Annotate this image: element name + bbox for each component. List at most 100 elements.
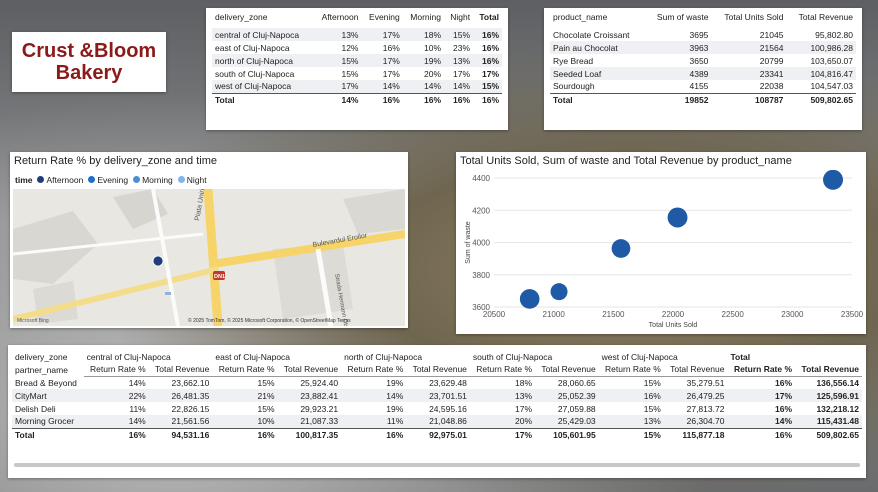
legend-dot-icon: [37, 176, 45, 183]
table-cell: 23%: [453, 42, 471, 53]
table-cell: 19%: [386, 377, 404, 388]
table-cell: 104,816.47: [786, 67, 856, 80]
map-water: [165, 292, 171, 295]
scatter-chart: 3600380040004200440020500 21000 21500 22000…: [465, 170, 864, 329]
table-cell: 18%: [515, 377, 533, 388]
table-row[interactable]: Bread & Beyond 14% 23,662.10 15% 25,924.40 19…: [12, 376, 862, 389]
table-row[interactable]: Seeded Loaf 4389 23341 104,816.47: [550, 67, 856, 80]
row-label: west of Cluj-Napoca: [212, 80, 314, 93]
table-cell: 23341: [711, 67, 787, 80]
row-label: Pain au Chocolat: [550, 41, 646, 54]
zone-time-grid: delivery_zone Afternoon Evening Morning Nigh…: [212, 12, 502, 106]
table-cell: 95,802.80: [815, 29, 853, 40]
table-cell: 10%: [212, 415, 278, 428]
table-row[interactable]: Morning Grocer 14% 21,561.56 10% 21,087.33 11…: [12, 415, 862, 428]
scatter-point[interactable]: [667, 207, 688, 228]
table-cell: 29,923.21: [300, 403, 339, 414]
measure-header: Total Revenue: [148, 363, 213, 377]
table-cell: 28,060.65: [557, 377, 596, 388]
measure-header: Total Revenue: [663, 363, 728, 377]
x-tick-label: 23500: [841, 310, 864, 319]
map-credit: © 2025 TomTom, © 2025 Microsoft Corporat…: [188, 317, 351, 324]
table-row[interactable]: CityMart 22% 26,481.35 21% 23,882.41 14% 23,70…: [12, 389, 862, 402]
scatter-point[interactable]: [550, 283, 568, 301]
table-row[interactable]: Sourdough 4155 22038 104,547.03: [550, 80, 856, 93]
legend-item[interactable]: Night: [177, 175, 207, 185]
table-cell: 27,059.88: [557, 403, 596, 414]
table-cell: 22,826.15: [171, 403, 210, 414]
table-row[interactable]: north of Cluj-Napoca 15% 17% 19% 13% 16%: [212, 54, 502, 67]
table-row[interactable]: Rye Bread 3650 20799 103,650.07: [550, 54, 856, 67]
total-cell: 94,531.16: [148, 427, 213, 441]
table-cell: 16%: [473, 28, 502, 41]
scatter-point[interactable]: [519, 289, 540, 309]
column-header: Morning: [410, 12, 442, 22]
scatter-title: Total Units Sold, Sum of waste and Total…: [460, 155, 792, 167]
x-tick-label: 22500: [722, 310, 745, 319]
legend-item[interactable]: Afternoon: [37, 175, 83, 185]
product-table: product_name Sum of waste Total Units Sold…: [544, 8, 862, 130]
row-label: central of Cluj-Napoca: [212, 28, 314, 41]
legend-item[interactable]: Evening: [88, 175, 128, 185]
column-header: Total Revenue: [798, 12, 853, 22]
row-label: Morning Grocer: [12, 415, 84, 428]
zone-header: Total: [730, 351, 751, 362]
table-cell: 16%: [473, 54, 502, 67]
total-cell: 509,802.65: [786, 92, 856, 106]
map-canvas[interactable]: Piata Unirii Bulevardul Eroilor Strada H…: [13, 189, 405, 326]
table-cell: 25,052.39: [535, 389, 599, 402]
map-data-point[interactable]: [152, 255, 164, 267]
total-cell: 17%: [469, 427, 536, 441]
matrix-scrollbar[interactable]: [14, 463, 860, 467]
table-row[interactable]: Chocolate Croissant 3695 21045 95,802.80: [550, 28, 856, 41]
table-row[interactable]: south of Cluj-Napoca 15% 17% 20% 17% 17%: [212, 67, 502, 80]
row-label: Rye Bread: [553, 55, 594, 66]
table-cell: 21,087.33: [277, 415, 342, 428]
scatter-point[interactable]: [823, 170, 844, 190]
table-cell: 20799: [759, 55, 784, 66]
total-label: Total: [12, 427, 84, 441]
total-cell: Total: [550, 92, 646, 106]
table-cell: 18%: [402, 28, 445, 41]
table-cell: 23,629.48: [429, 377, 467, 388]
table-row[interactable]: central of Cluj-Napoca 13% 17% 18% 15% 16%: [212, 28, 502, 41]
table-cell: 10%: [424, 42, 442, 53]
total-cell: 92,975.01: [406, 427, 470, 441]
scatter-point[interactable]: [611, 239, 631, 258]
table-row[interactable]: Pain au Chocolat 3963 21564 100,986.28: [550, 41, 856, 54]
table-cell: 16%: [775, 377, 793, 388]
table-cell: 15%: [473, 80, 502, 93]
column-header: Night: [450, 12, 471, 22]
table-cell: 12%: [341, 42, 359, 53]
legend-dot-icon: [177, 176, 185, 183]
measure-header: Total Revenue: [406, 363, 470, 377]
table-row[interactable]: Delish Deli 11% 22,826.15 15% 29,923.21 19% 24…: [12, 402, 862, 415]
column-header: delivery_zone: [215, 12, 268, 22]
road-marker-label: DN1: [214, 274, 225, 280]
column-header: Total: [479, 12, 499, 22]
table-cell: 16%: [481, 42, 499, 53]
table-cell: 17%: [361, 28, 403, 41]
report-title-line2: Bakery: [55, 62, 123, 84]
table-cell: 103,650.07: [810, 55, 853, 66]
y-axis-label: Sum of waste: [465, 221, 472, 264]
table-cell: 17%: [727, 389, 796, 402]
table-cell: 16%: [598, 389, 664, 402]
table-cell: 17%: [515, 403, 533, 414]
measure-header: Return Rate %: [598, 363, 664, 377]
matrix-zone-header: delivery_zone central of Cluj-Napoca east …: [12, 350, 862, 363]
map-visual: Return Rate % by delivery_zone and time …: [10, 152, 408, 328]
table-cell: 14%: [83, 415, 149, 428]
total-cell: Total: [212, 92, 314, 106]
table-row[interactable]: east of Cluj-Napoca 12% 16% 10% 23% 16%: [212, 41, 502, 54]
measure-header: Total Revenue: [535, 363, 599, 377]
legend-item[interactable]: Morning: [133, 175, 173, 185]
table-cell: 14%: [727, 415, 796, 428]
x-tick-label: 23000: [781, 310, 804, 319]
x-tick-label: 20500: [483, 310, 506, 319]
total-cell: 14%: [313, 92, 362, 106]
x-tick-label: 22000: [662, 310, 685, 319]
table-cell: 14%: [128, 377, 146, 388]
table-cell: 15%: [341, 68, 359, 79]
table-row[interactable]: west of Cluj-Napoca 17% 14% 14% 14% 15%: [212, 80, 502, 93]
